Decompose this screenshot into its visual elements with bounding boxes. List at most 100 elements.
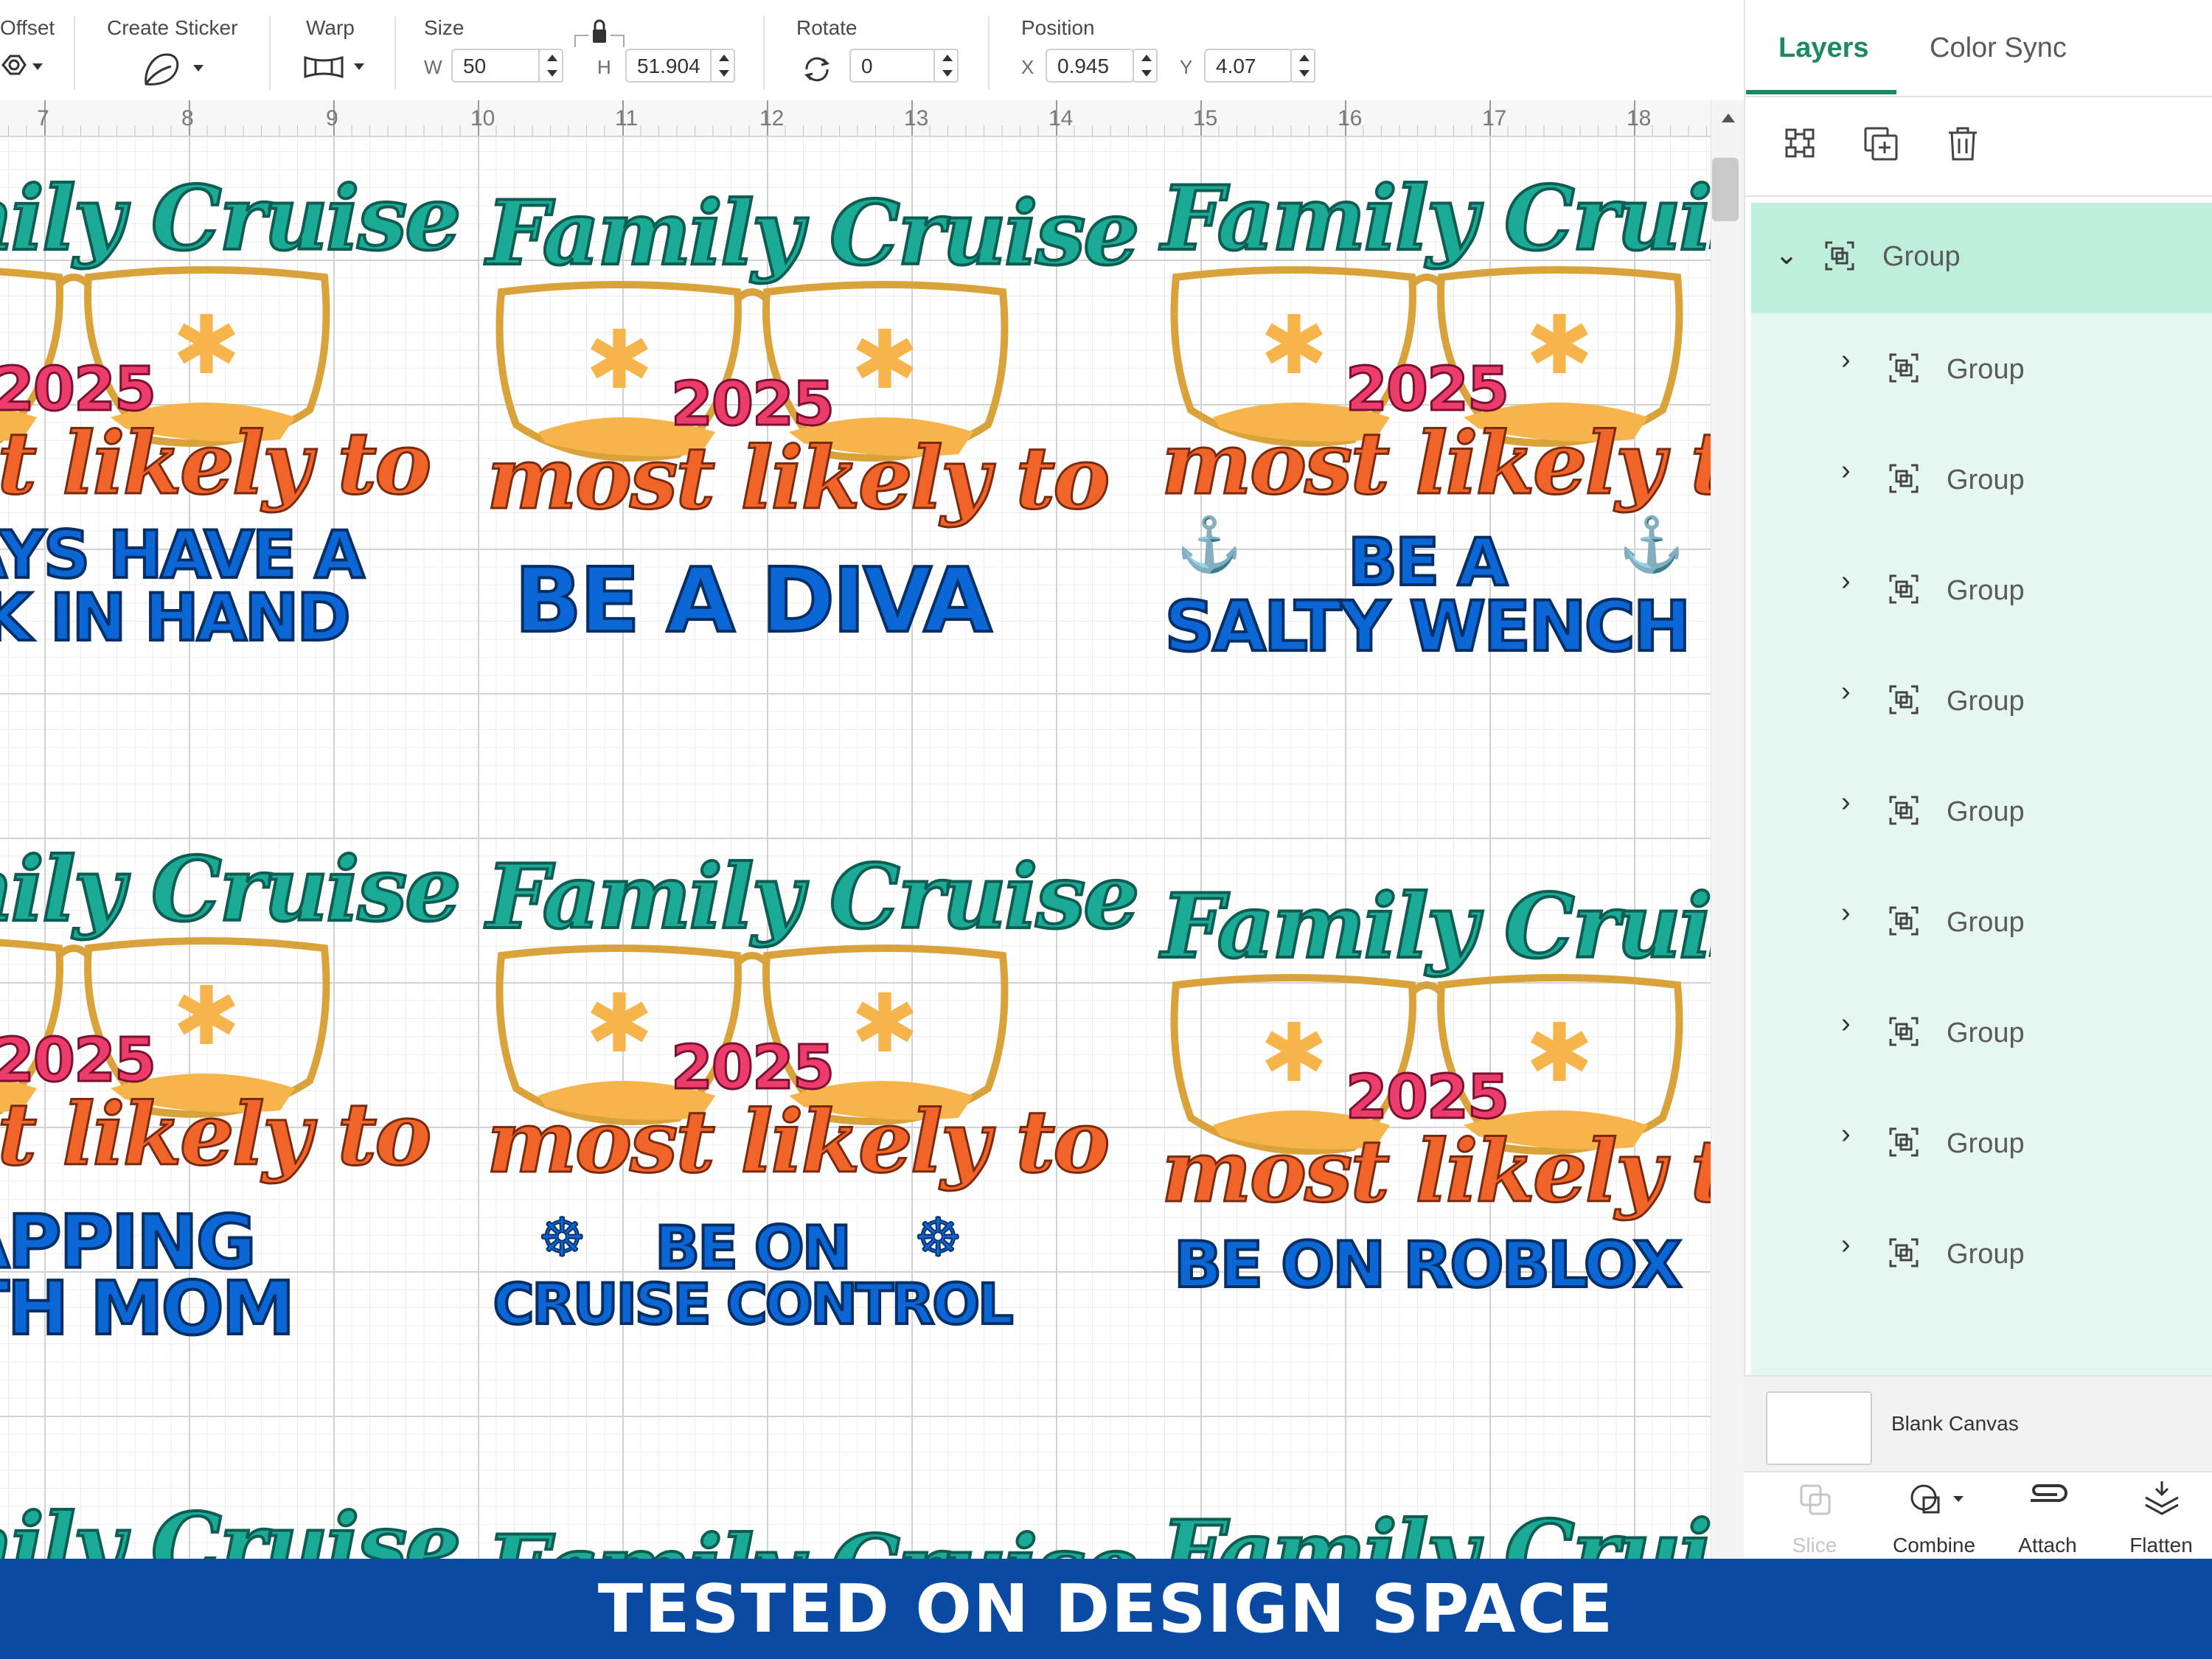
combine-icon — [1910, 1484, 1964, 1514]
chevron-right-icon[interactable]: › — [1841, 897, 1851, 929]
design-subtitle: most likely to — [1161, 1121, 1711, 1223]
height-input[interactable]: 51.904 — [625, 49, 717, 83]
group-layer-icon — [1889, 1238, 1919, 1267]
layer-group-row[interactable]: › Group — [1751, 645, 2212, 756]
active-tab-indicator — [1746, 90, 1896, 94]
ruler-tick-label: 7 — [37, 106, 49, 131]
offset-button[interactable] — [0, 49, 46, 86]
offset-label: Offset — [0, 16, 55, 39]
sticker-icon — [145, 53, 179, 86]
scroll-up-icon[interactable] — [1720, 112, 1736, 124]
chevron-right-icon[interactable]: › — [1841, 344, 1851, 376]
slice-label: Slice — [1792, 1534, 1837, 1557]
ruler-tick-label: 9 — [326, 106, 338, 131]
chevron-right-icon[interactable]: › — [1841, 566, 1851, 597]
group-layer-icon — [1889, 796, 1919, 825]
create-sticker-button[interactable] — [142, 49, 208, 88]
position-x-input[interactable]: 0.945 — [1046, 49, 1134, 83]
offset-icon — [1, 55, 27, 75]
duplicate-button[interactable] — [1861, 124, 1901, 164]
height-stepper[interactable] — [710, 49, 735, 83]
rotate-input[interactable]: 0 — [849, 49, 938, 83]
ruler-tick-label: 13 — [904, 106, 929, 131]
design-phrase-line2: WITH MOM — [0, 1264, 296, 1353]
layer-group-row[interactable]: › Group — [1751, 756, 2212, 866]
design-title: Family Cruise — [0, 836, 463, 943]
design-title: Family Cruise — [0, 165, 463, 272]
position-y-input[interactable]: 4.07 — [1204, 49, 1293, 83]
lock-icon — [574, 19, 625, 47]
blank-canvas-swatch[interactable] — [1766, 1391, 1872, 1465]
ruler-tick-label: 10 — [470, 106, 495, 131]
design-phrase-line2: SALTY WENCH — [1164, 585, 1693, 669]
group-layer-icon — [1889, 906, 1919, 936]
layer-group-row[interactable]: › Group — [1751, 424, 2212, 535]
attach-icon — [2031, 1484, 2067, 1502]
layer-label: Group — [1947, 1018, 2025, 1048]
width-prefix: W — [424, 56, 442, 78]
group-layer-icon — [1889, 1017, 1919, 1046]
toolbar-divider — [394, 16, 396, 90]
scrollbar-thumb[interactable] — [1712, 158, 1739, 221]
warp-label: Warp — [306, 16, 355, 39]
ruler-tick-label: 15 — [1193, 106, 1218, 131]
layer-group-row[interactable]: › Group — [1751, 977, 2212, 1088]
rotate-button[interactable] — [799, 52, 835, 87]
width-stepper[interactable] — [538, 49, 563, 83]
lock-proportions-button[interactable] — [574, 18, 625, 47]
layer-group-row[interactable]: › Group — [1751, 866, 2212, 977]
ruler-tick-label: 17 — [1482, 106, 1507, 131]
combine-button[interactable] — [1883, 1478, 1986, 1525]
slice-button[interactable] — [1764, 1478, 1868, 1525]
chevron-right-icon[interactable]: › — [1841, 455, 1851, 487]
ruler-tick-label: 8 — [181, 106, 194, 131]
position-x-stepper[interactable] — [1133, 49, 1158, 83]
rotate-label: Rotate — [796, 16, 858, 39]
design-canvas[interactable]: Family Cruise ✱ ✱ 2025 most likely to AL… — [0, 100, 1711, 1559]
toolbar-divider — [269, 16, 271, 90]
design-phrase-line1: BE A DIVA — [513, 549, 994, 654]
group-icon — [1785, 128, 1815, 158]
layer-group-row[interactable]: › Group — [1751, 313, 2212, 424]
toolbar-divider — [988, 16, 990, 90]
trash-icon — [1949, 127, 1977, 161]
warp-button[interactable] — [302, 52, 369, 88]
tab-layers[interactable]: Layers — [1778, 32, 1869, 64]
warp-dropdown-icon — [354, 63, 364, 70]
layer-label: Group — [1947, 465, 2025, 495]
layer-group-row[interactable]: › Group — [1751, 1088, 2212, 1198]
width-input[interactable]: 50 — [451, 49, 546, 83]
pos-x-prefix: X — [1021, 56, 1034, 78]
chevron-right-icon[interactable]: › — [1841, 787, 1851, 818]
ruler-tick-label: 16 — [1338, 106, 1363, 131]
blank-canvas-label: Blank Canvas — [1891, 1412, 2019, 1435]
chevron-right-icon[interactable]: › — [1841, 1119, 1851, 1150]
layer-group-row[interactable]: › Group — [1751, 535, 2212, 645]
design-phrase-line2: CRUISE CONTROL — [492, 1270, 1015, 1338]
chevron-down-icon[interactable]: ⌄ — [1775, 238, 1798, 271]
vertical-scrollbar[interactable] — [1711, 100, 1745, 1559]
chevron-right-icon[interactable]: › — [1841, 676, 1851, 708]
layer-label: Group — [1947, 1239, 2025, 1270]
pos-y-prefix: Y — [1180, 56, 1193, 78]
layer-group-row[interactable]: › Group — [1751, 1198, 2212, 1375]
design-title: Family Cruise — [485, 1514, 1141, 1559]
layer-label: Group — [1947, 575, 2025, 606]
height-prefix: H — [597, 56, 611, 78]
group-button[interactable] — [1781, 124, 1820, 164]
layer-group-row[interactable]: ⌄ Group — [1751, 203, 2212, 313]
position-y-stepper[interactable] — [1290, 49, 1315, 83]
tab-color-sync[interactable]: Color Sync — [1930, 32, 2067, 64]
group-layer-icon — [1889, 1127, 1919, 1157]
rotate-stepper[interactable] — [933, 49, 959, 83]
chevron-right-icon[interactable]: › — [1841, 1008, 1851, 1040]
delete-button[interactable] — [1943, 124, 1983, 164]
design-subtitle: most likely to — [0, 413, 433, 515]
warp-icon — [304, 55, 344, 79]
chevron-right-icon[interactable]: › — [1841, 1229, 1851, 1261]
blank-canvas-row[interactable]: Blank Canvas — [1744, 1375, 2212, 1472]
attach-button[interactable] — [1997, 1478, 2100, 1525]
flatten-button[interactable] — [2110, 1478, 2212, 1525]
ruler-tick-label: 18 — [1627, 106, 1652, 131]
design-title: Family Cruise — [0, 1492, 463, 1559]
